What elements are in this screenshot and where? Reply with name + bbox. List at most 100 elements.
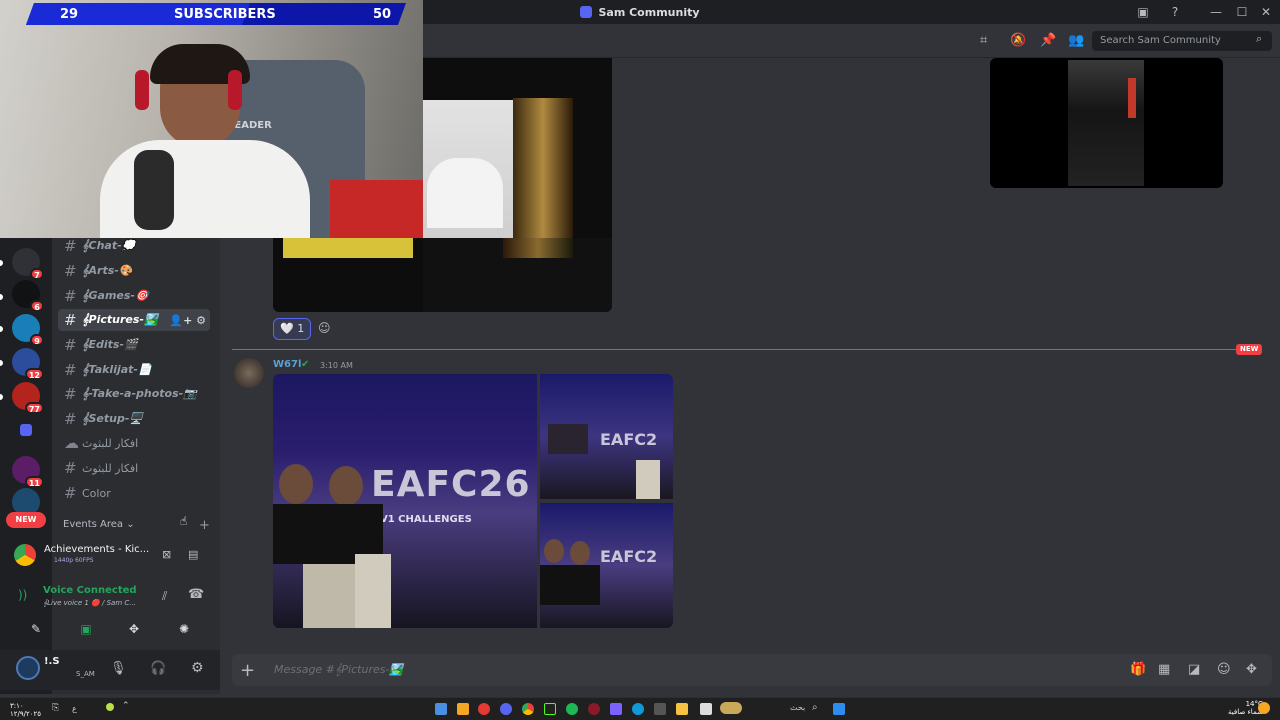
member-list-icon[interactable]: 👥 <box>1068 33 1084 48</box>
taskbar-app-icon[interactable] <box>544 703 556 715</box>
search-input[interactable]: Search Sam Community <box>1092 31 1272 51</box>
inbox-icon[interactable]: ▣ <box>1135 4 1151 20</box>
tray-chevron-icon[interactable]: ⌃ <box>122 701 130 711</box>
username[interactable]: !.S <box>44 656 60 667</box>
microphone-icon[interactable]: 🎙 <box>110 661 127 676</box>
taskbar-chrome-icon[interactable] <box>522 703 534 715</box>
camera-off-icon[interactable]: ✎ <box>14 618 58 640</box>
channel-item[interactable]: # 𝄞Taklijat-📄 <box>58 359 210 381</box>
hash-icon: # <box>64 459 77 477</box>
channel-settings-icons[interactable]: 👤+ ⚙ <box>169 314 206 327</box>
forum-icon: ☁ <box>64 434 79 452</box>
taskbar-explorer-icon[interactable] <box>676 703 688 715</box>
new-servers-badge[interactable]: NEW <box>6 512 46 528</box>
attach-plus-icon[interactable]: + <box>240 660 255 681</box>
help-icon[interactable]: ? <box>1167 4 1183 20</box>
stream-settings-icon[interactable]: ▤ <box>188 548 198 561</box>
reaction-chip[interactable]: 🤍 1 <box>273 318 312 340</box>
maximize-button[interactable]: ☐ <box>1234 4 1250 20</box>
activities-icon[interactable]: ✥ <box>112 618 156 640</box>
server-icon[interactable]: 7 <box>12 248 44 280</box>
hash-icon: # <box>64 287 77 305</box>
screen-share-icon[interactable]: ▣ <box>64 618 108 640</box>
start-button-icon[interactable] <box>833 703 845 715</box>
taskbar-app-icon[interactable] <box>654 703 666 715</box>
disconnect-icon[interactable]: ☎ <box>188 587 204 602</box>
taskbar-app-icon[interactable] <box>700 703 712 715</box>
sticker-icon[interactable]: ◪ <box>1188 662 1200 677</box>
server-icon[interactable]: 6 <box>12 280 44 312</box>
gallery-sub-text: 1V1 CHALLENGES <box>373 514 472 525</box>
minimize-button[interactable]: — <box>1208 4 1224 20</box>
avatar[interactable] <box>16 656 40 680</box>
category-events-area[interactable]: Events Area ⌄ <box>63 519 135 530</box>
create-channel-plus-icon[interactable]: + <box>199 518 210 533</box>
channel-item[interactable]: # 𝄞Setup-🖥️ <box>58 408 210 430</box>
gallery-image-large[interactable]: EAFC26 1V1 CHALLENGES <box>273 374 537 628</box>
window-title: Sam Community <box>598 5 700 19</box>
channel-item[interactable]: # 𝄞Edits-🎬 <box>58 334 210 356</box>
taskbar-search[interactable]: بحث <box>790 703 805 712</box>
noise-suppression-icon[interactable]: ⫽ <box>162 589 167 604</box>
headphones-left-cup <box>135 70 149 110</box>
person-face <box>329 466 363 506</box>
server-icon[interactable]: 77 <box>12 382 44 414</box>
apps-icon[interactable]: ✥ <box>1246 662 1257 677</box>
emoji-icon[interactable]: ☺ <box>1217 662 1231 677</box>
channel-item[interactable]: # Color <box>58 482 210 504</box>
notification-mute-icon[interactable]: 🔕 <box>1010 33 1026 48</box>
gif-icon[interactable]: ▦ <box>1158 662 1170 677</box>
activity-title: Achievements - Kic... <box>44 544 150 555</box>
windows-taskbar: ٣:١٠ ١٢/٩/٢٠٢٥ ⎘ ع ⌃ بحث ⌕ 14°C سماء صاف… <box>0 697 1280 720</box>
taskbar-search-icon[interactable]: ⌕ <box>812 702 818 713</box>
server-icon[interactable]: 12 <box>12 348 44 380</box>
channel-item[interactable]: # 𝄞Chat-💭 <box>58 235 210 257</box>
add-reaction-icon[interactable]: ☺ <box>318 321 331 335</box>
photo-object <box>513 98 573 238</box>
activity-subtitle: 1440p 60FPS <box>54 557 94 564</box>
settings-gear-icon[interactable]: ⚙ <box>191 660 204 676</box>
gallery-image-top-right[interactable]: EAFC2 <box>540 374 673 499</box>
threads-icon[interactable]: ⌗ <box>980 33 987 48</box>
channel-item[interactable]: # 𝄞Games-🎯 <box>58 285 210 307</box>
taskbar-discord-icon[interactable] <box>500 703 512 715</box>
language-indicator[interactable]: ع <box>72 704 77 713</box>
taskbar-app-icon[interactable] <box>435 703 447 715</box>
channel-item[interactable]: # افكار للبثوث <box>58 457 210 479</box>
taskbar-edge-icon[interactable] <box>632 703 644 715</box>
message-input[interactable]: Message #𝄞Pictures-🏞️ <box>274 663 403 677</box>
server-icon[interactable]: 11 <box>12 456 44 488</box>
channel-item[interactable]: # 𝄞-Take-a-photos-📷 <box>58 383 210 405</box>
hash-icon: # <box>64 410 77 428</box>
taskbar-clock[interactable]: ٣:١٠ ١٢/٩/٢٠٢٥ <box>10 702 41 718</box>
taskbar-spotify-icon[interactable] <box>566 703 578 715</box>
pinned-messages-icon[interactable]: 📌 <box>1040 33 1056 48</box>
channel-item[interactable]: ☁ افكار للبثوث <box>58 432 210 454</box>
taskbar-app-icon[interactable] <box>457 703 469 715</box>
folder-icon[interactable] <box>20 424 32 436</box>
headphones-icon[interactable]: 🎧 <box>150 661 166 676</box>
message-composer[interactable]: + Message #𝄞Pictures-🏞️ 🎁 ▦ ◪ ☺ ✥ <box>232 654 1272 686</box>
stop-stream-icon[interactable]: ⊠ <box>162 548 171 561</box>
signal-icon[interactable]: )) <box>18 588 27 602</box>
gallery-image-bottom-right[interactable]: EAFC2 <box>540 503 673 628</box>
notification-icon[interactable]: ⎘ <box>52 703 59 713</box>
channel-item-active[interactable]: # 𝄞Pictures-🏞️ 👤+ ⚙ <box>58 309 210 331</box>
author-avatar[interactable] <box>234 358 264 388</box>
taskbar-app-icon[interactable] <box>588 703 600 715</box>
taskbar-app-icon[interactable] <box>478 703 490 715</box>
channel-item[interactable]: # 𝄞Arts-🎨 <box>58 260 210 282</box>
tray-app-icon[interactable] <box>106 703 114 711</box>
taskbar-app-icon[interactable] <box>610 703 622 715</box>
unread-indicator <box>0 294 3 300</box>
screen-share-preview[interactable] <box>990 58 1223 188</box>
gift-icon[interactable]: 🎁 <box>1130 662 1146 677</box>
soundboard-icon[interactable]: ✺ <box>162 618 206 640</box>
message-author[interactable]: W67l <box>273 359 301 370</box>
voice-channel-name[interactable]: 𝄞Live voice 1 🔴 / Sam C... <box>43 599 161 608</box>
voice-status[interactable]: Voice Connected <box>43 585 137 596</box>
taskbar-widget-icon[interactable] <box>720 702 742 714</box>
server-icon[interactable]: 9 <box>12 314 44 346</box>
close-button[interactable]: ✕ <box>1258 4 1274 20</box>
search-icon[interactable]: ⌕ <box>1256 32 1262 46</box>
